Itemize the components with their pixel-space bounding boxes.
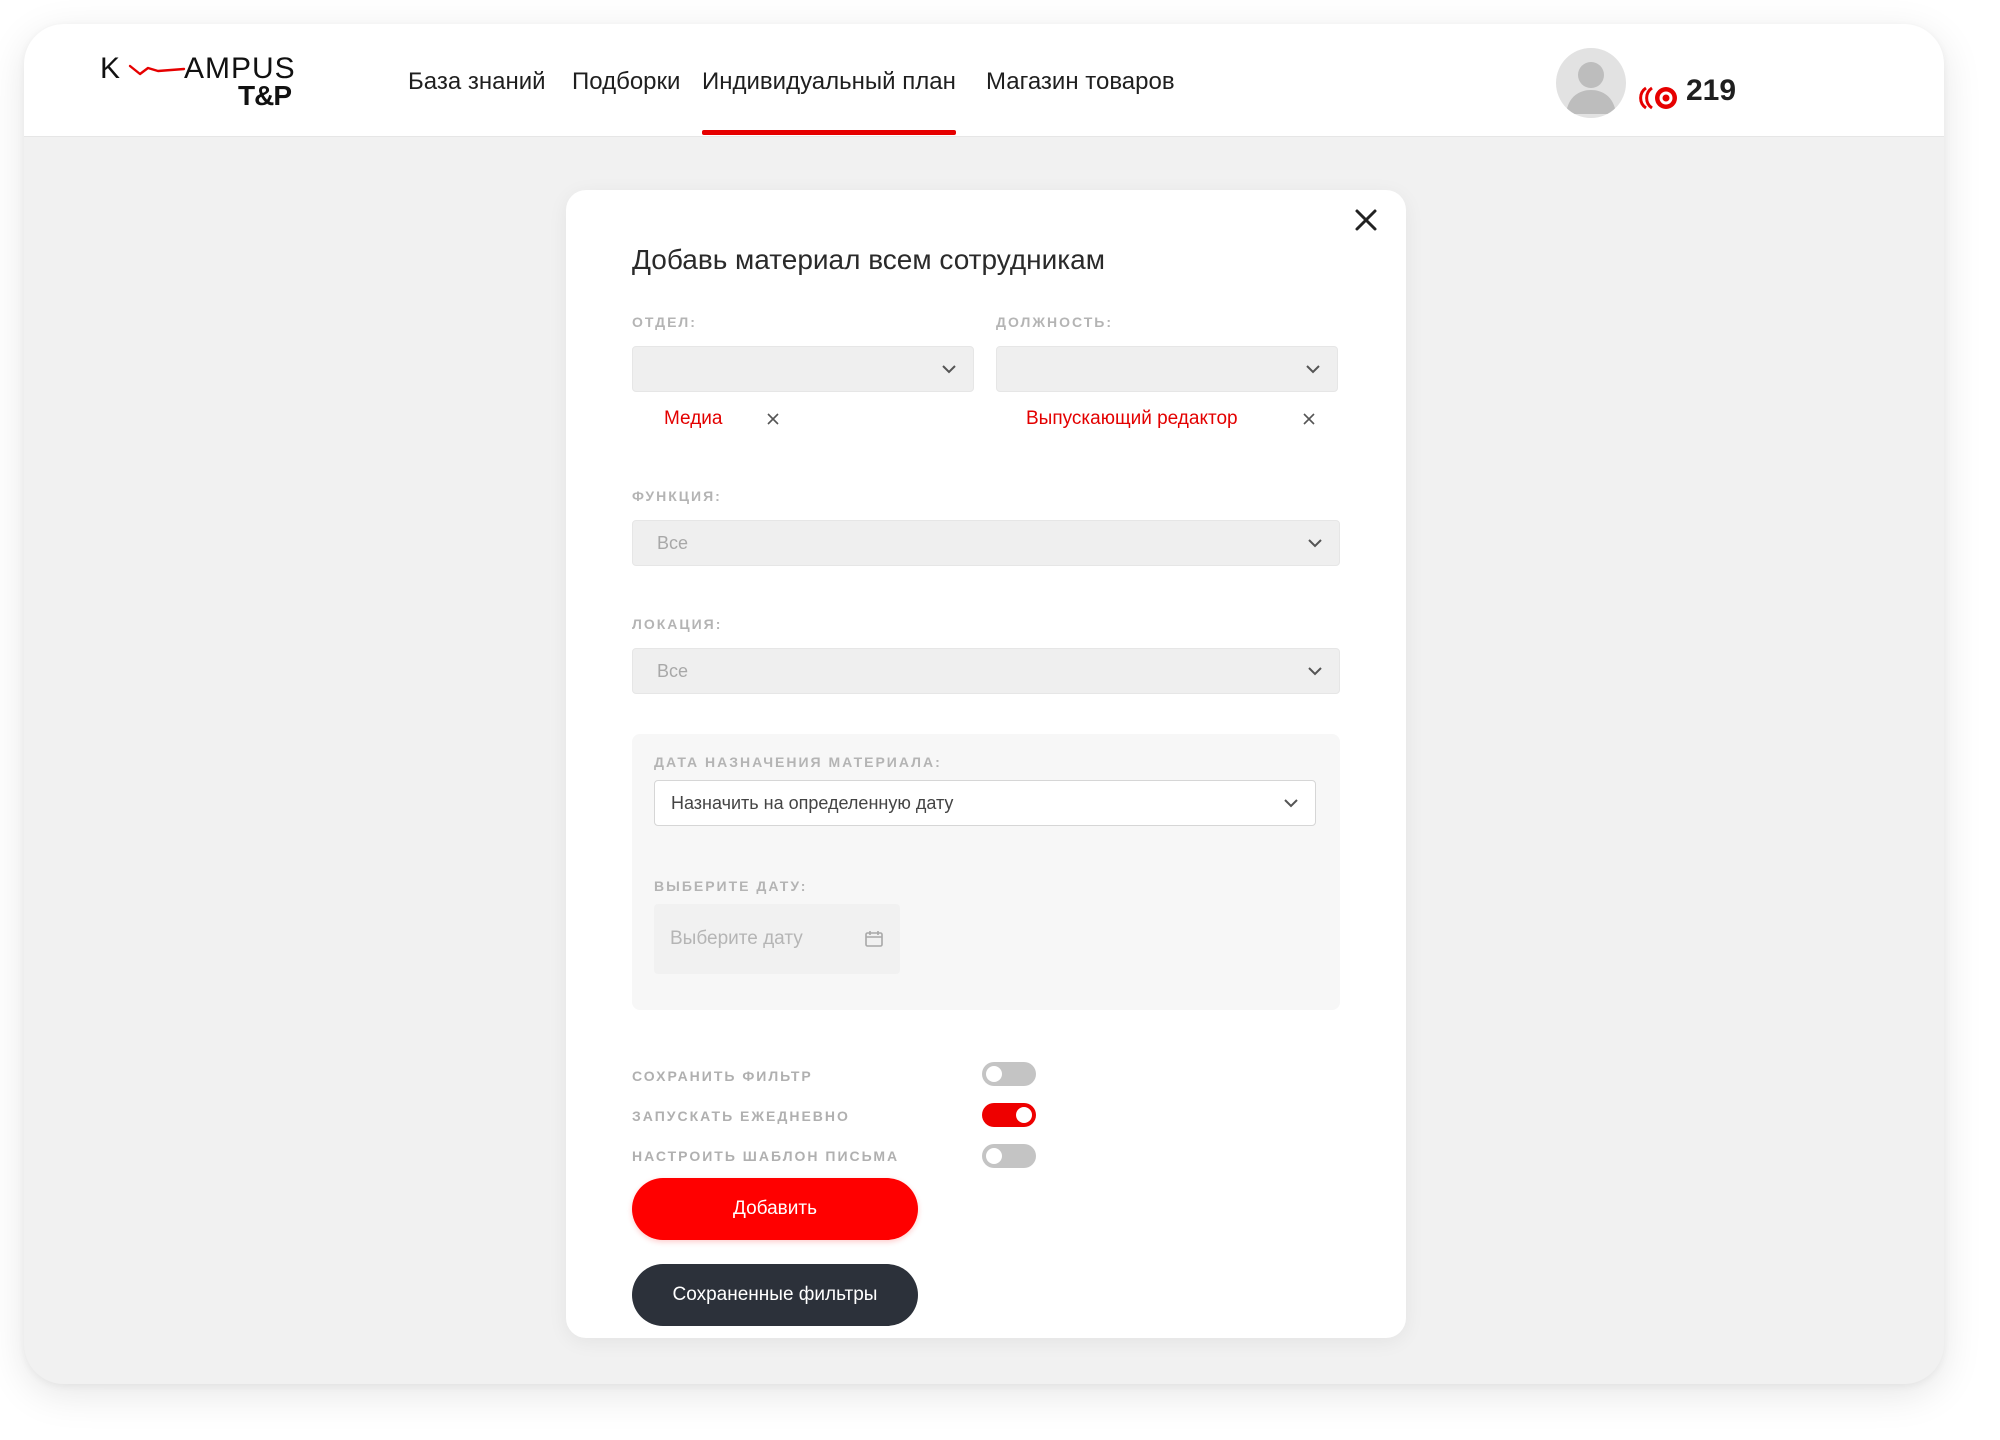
nav-item-individual-plan[interactable]: Индивидуальный план xyxy=(702,68,956,96)
run-daily-label: ЗАПУСКАТЬ ЕЖЕДНЕВНО xyxy=(632,1108,850,1124)
points-balance: 219 xyxy=(1686,74,1737,107)
position-label: ДОЛЖНОСТЬ: xyxy=(996,314,1114,330)
date-picker-placeholder: Выберите дату xyxy=(670,928,803,949)
remove-tag-icon[interactable] xyxy=(766,412,780,426)
nav-item-collections[interactable]: Подборки xyxy=(572,68,680,96)
modal-title: Добавь материал всем сотрудникам xyxy=(632,244,1105,275)
active-nav-indicator xyxy=(702,130,956,135)
logo-letter-k: K xyxy=(100,52,122,85)
close-icon[interactable] xyxy=(1346,200,1386,240)
pick-date-label: ВЫБЕРИТЕ ДАТУ: xyxy=(654,878,808,894)
nav-item-knowledge-base[interactable]: База знаний xyxy=(408,68,546,96)
toggle-knob xyxy=(1016,1107,1032,1123)
kampus-logo[interactable]: K AMPUS T&P xyxy=(100,50,300,111)
position-select[interactable] xyxy=(996,346,1338,392)
date-picker-input[interactable]: Выберите дату xyxy=(654,904,900,974)
function-select-value: Все xyxy=(657,533,689,553)
assign-date-label: ДАТА НАЗНАЧЕНИЯ МАТЕРИАЛА: xyxy=(654,754,942,770)
avatar-silhouette xyxy=(1566,62,1616,114)
chevron-down-icon xyxy=(1308,539,1322,548)
location-select[interactable]: Все xyxy=(632,648,1340,694)
assign-date-value: Назначить на определенную дату xyxy=(671,793,954,813)
user-area: 219 xyxy=(1556,48,1788,118)
app-window: K AMPUS T&P База знаний Подборки Индивид… xyxy=(24,24,1944,1384)
coin-waves-icon xyxy=(1639,86,1677,110)
chevron-down-icon xyxy=(1308,667,1322,676)
assign-date-select[interactable]: Назначить на определенную дату xyxy=(654,780,1316,826)
logo-swoosh-icon xyxy=(128,64,186,76)
location-label: ЛОКАЦИЯ: xyxy=(632,616,723,632)
toggle-knob xyxy=(986,1066,1002,1082)
run-daily-toggle[interactable] xyxy=(982,1103,1036,1127)
remove-tag-icon[interactable] xyxy=(1302,412,1316,426)
function-select[interactable]: Все xyxy=(632,520,1340,566)
chevron-down-icon xyxy=(1284,799,1298,808)
toggle-knob xyxy=(986,1148,1002,1164)
top-navigation-bar: K AMPUS T&P База знаний Подборки Индивид… xyxy=(24,24,1944,137)
logo-tp: T&P xyxy=(238,80,292,111)
email-template-label: НАСТРОИТЬ ШАБЛОН ПИСЬМА xyxy=(632,1148,900,1164)
add-button[interactable]: Добавить xyxy=(632,1178,918,1240)
position-tag: Выпускающий редактор xyxy=(1026,408,1238,429)
chevron-down-icon xyxy=(1306,365,1320,374)
saved-filters-button[interactable]: Сохраненные фильтры xyxy=(632,1264,918,1326)
function-label: ФУНКЦИЯ: xyxy=(632,488,722,504)
assign-date-panel: ДАТА НАЗНАЧЕНИЯ МАТЕРИАЛА: Назначить на … xyxy=(632,734,1340,1010)
nav-item-shop[interactable]: Магазин товаров xyxy=(986,68,1175,96)
calendar-icon xyxy=(865,931,883,947)
email-template-toggle[interactable] xyxy=(982,1144,1036,1168)
department-label: ОТДЕЛ: xyxy=(632,314,697,330)
add-material-modal: Добавь материал всем сотрудникам ОТДЕЛ: … xyxy=(566,190,1406,1338)
department-tag: Медиа xyxy=(664,408,723,429)
department-select[interactable] xyxy=(632,346,974,392)
save-filter-toggle[interactable] xyxy=(982,1062,1036,1086)
save-filter-label: СОХРАНИТЬ ФИЛЬТР xyxy=(632,1068,813,1084)
user-avatar-icon[interactable] xyxy=(1556,48,1626,118)
chevron-down-icon xyxy=(942,365,956,374)
location-select-value: Все xyxy=(657,661,689,681)
